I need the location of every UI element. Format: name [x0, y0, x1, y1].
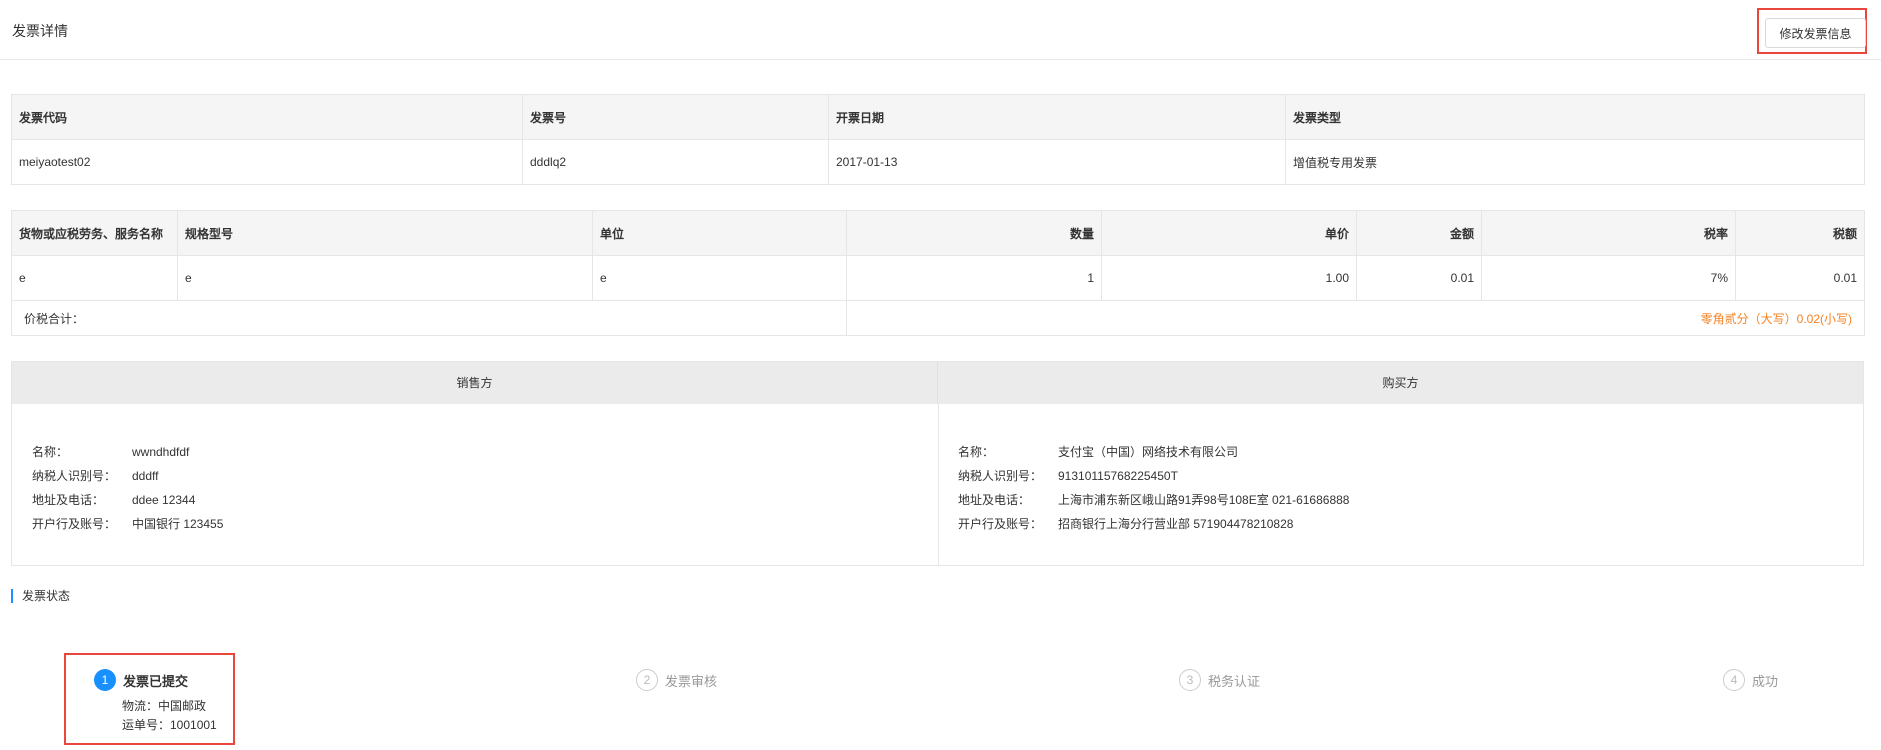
header-unit: 单位	[592, 210, 847, 256]
buyer-address: 上海市浦东新区峨山路91弄98号108E室 021-61686888	[1058, 493, 1350, 507]
buyer-name: 支付宝（中国）网络技术有限公司	[1058, 445, 1239, 459]
step-number-badge: 2	[636, 669, 658, 691]
buyer-address-row: 地址及电话： 上海市浦东新区峨山路91弄98号108E室 021-61686888	[958, 488, 1349, 512]
field-label: 开户行及账号：	[958, 517, 1043, 531]
header-issue-date: 开票日期	[828, 94, 1286, 140]
goods-unit-price: 1.00	[1101, 255, 1357, 301]
seller-name: wwndhdfdf	[132, 445, 190, 459]
logistics-text: 物流：中国邮政	[122, 699, 207, 713]
header-unit-price: 单价	[1101, 210, 1357, 256]
buyer-title: 购买方	[938, 362, 1863, 404]
tracking-number: 运单号：1001001	[122, 718, 217, 732]
total-row: 价税合计： 零角贰分（大写）0.02(小写)	[11, 300, 1865, 336]
step-review: 2 发票审核	[636, 660, 717, 700]
page-header: 发票详情 修改发票信息	[0, 0, 1881, 60]
seller-bank-row: 开户行及账号： 中国银行 123455	[32, 512, 223, 536]
edit-invoice-button[interactable]: 修改发票信息	[1765, 18, 1866, 48]
total-label: 价税合计：	[11, 300, 847, 336]
goods-quantity: 1	[846, 255, 1102, 301]
buyer-taxid-row: 纳税人识别号： 91310115768225450T	[958, 464, 1349, 488]
step-label: 发票审核	[665, 673, 718, 689]
issue-date: 2017-01-13	[828, 139, 1286, 185]
header-invoice-code: 发票代码	[11, 94, 523, 140]
goods-tax-rate: 7%	[1481, 255, 1736, 301]
header-tax-amount: 税额	[1735, 210, 1865, 256]
header-invoice-type: 发票类型	[1285, 94, 1865, 140]
buyer-info: 名称： 支付宝（中国）网络技术有限公司 纳税人识别号： 91310115768225…	[958, 440, 1349, 536]
status-section-title: 发票状态	[11, 589, 70, 603]
seller-bank: 中国银行 123455	[132, 517, 224, 531]
step-number-badge: 3	[1179, 669, 1201, 691]
buyer-taxid: 91310115768225450T	[1058, 469, 1178, 483]
seller-title: 销售方	[12, 362, 938, 404]
goods-tax-amount: 0.01	[1735, 255, 1865, 301]
invoice-type: 增值税专用发票	[1285, 139, 1865, 185]
field-label: 纳税人识别号：	[32, 469, 117, 483]
seller-address-row: 地址及电话： ddee 12344	[32, 488, 223, 512]
seller-taxid-row: 纳税人识别号： dddff	[32, 464, 223, 488]
field-label: 纳税人识别号：	[958, 469, 1043, 483]
goods-name: e	[11, 255, 178, 301]
seller-taxid: dddff	[132, 469, 159, 483]
goods-unit: e	[592, 255, 847, 301]
step-submitted: 1 发票已提交	[94, 660, 188, 700]
seller-address: ddee 12344	[132, 493, 196, 507]
buyer-bank: 招商银行上海分行营业部 571904478210828	[1058, 517, 1294, 531]
table-row: meiyaotest02 dddlq2 2017-01-13 增值税专用发票	[11, 139, 1865, 185]
field-label: 名称：	[958, 445, 995, 459]
seller-info: 名称： wwndhdfdf 纳税人识别号： dddff 地址及电话： ddee 123…	[32, 440, 223, 536]
party-divider	[938, 404, 939, 566]
goods-amount: 0.01	[1356, 255, 1482, 301]
invoice-code: meiyaotest02	[11, 139, 523, 185]
header-invoice-number: 发票号	[522, 94, 829, 140]
header-quantity: 数量	[846, 210, 1102, 256]
field-label: 地址及电话：	[958, 493, 1031, 507]
buyer-bank-row: 开户行及账号： 招商银行上海分行营业部 571904478210828	[958, 512, 1349, 536]
step-number-badge: 1	[94, 669, 116, 691]
field-label: 开户行及账号：	[32, 517, 117, 531]
goods-spec: e	[177, 255, 593, 301]
step-number-badge: 4	[1723, 669, 1745, 691]
buyer-name-row: 名称： 支付宝（中国）网络技术有限公司	[958, 440, 1349, 464]
step-label: 成功	[1752, 673, 1779, 689]
step-tax-certification: 3 税务认证	[1179, 660, 1260, 700]
header-amount: 金额	[1356, 210, 1482, 256]
header-goods-name: 货物或应税劳务、服务名称	[11, 210, 178, 256]
table-row: e e e 1 1.00 0.01 7% 0.01	[11, 255, 1865, 301]
header-tax-rate: 税率	[1481, 210, 1736, 256]
field-label: 地址及电话：	[32, 493, 105, 507]
total-value: 零角贰分（大写）0.02(小写)	[846, 300, 1865, 336]
step-success: 4 成功	[1723, 660, 1778, 700]
step-label: 税务认证	[1208, 673, 1261, 689]
page-title: 发票详情	[12, 23, 68, 39]
invoice-number: dddlq2	[522, 139, 829, 185]
parties-panel: 销售方 购买方 名称： wwndhdfdf 纳税人识别号： dddff 地址及电话：…	[11, 361, 1864, 566]
header-spec: 规格型号	[177, 210, 593, 256]
seller-name-row: 名称： wwndhdfdf	[32, 440, 223, 464]
goods-table: 货物或应税劳务、服务名称 规格型号 单位 数量 单价 金额 税率 税额 e e …	[11, 210, 1865, 336]
step-label: 发票已提交	[123, 673, 189, 689]
invoice-info-table: 发票代码 发票号 开票日期 发票类型 meiyaotest02 dddlq2 2…	[11, 94, 1865, 185]
field-label: 名称：	[32, 445, 69, 459]
